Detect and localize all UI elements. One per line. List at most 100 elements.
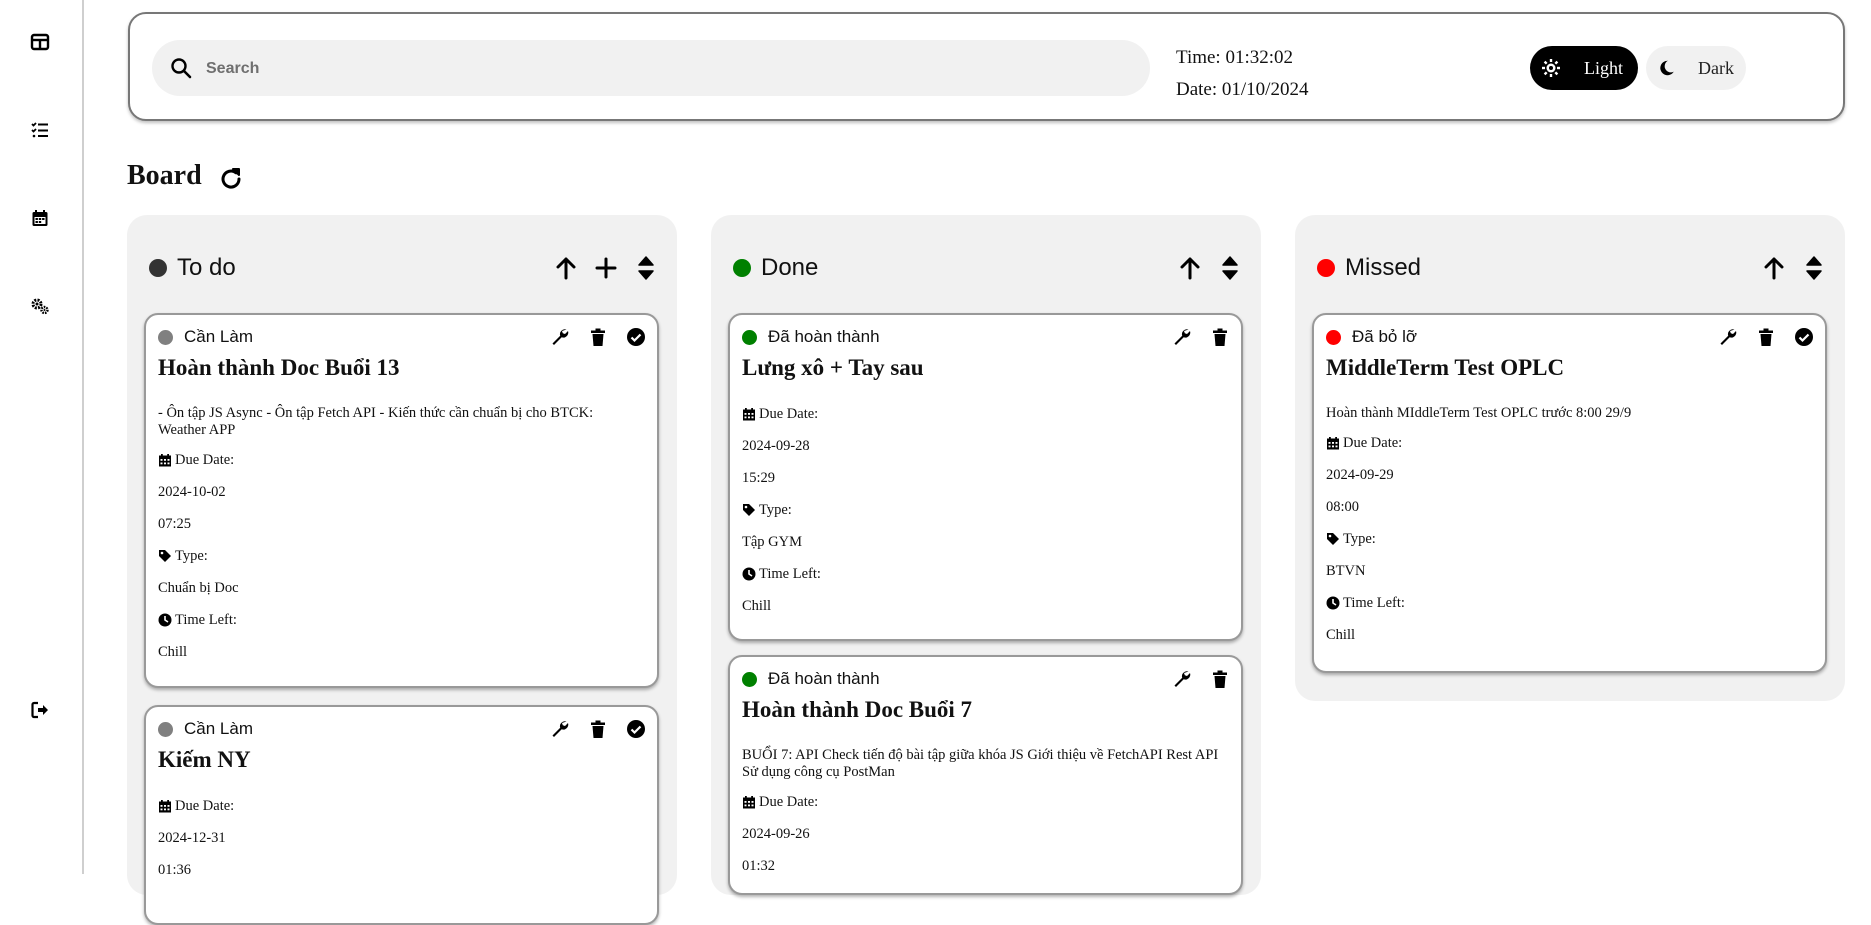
clock: Time: 01:32:02 Date: 01/10/2024 — [1176, 42, 1308, 106]
calendar-icon — [159, 454, 171, 467]
top-header: Time: 01:32:02 Date: 01/10/2024 Light Da… — [128, 12, 1845, 121]
sort-up-button[interactable] — [1761, 253, 1787, 283]
edit-task-button[interactable] — [1717, 326, 1739, 348]
due-date-label: Due Date: — [759, 406, 819, 422]
delete-task-button[interactable] — [587, 326, 609, 348]
sun-icon — [1542, 59, 1560, 77]
edit-task-button[interactable] — [549, 326, 571, 348]
time-left-value: Chill — [158, 644, 188, 660]
task-card[interactable]: Cần Làm Hoàn thành Doc Buổi 13 - Ôn tập … — [144, 313, 659, 688]
search-bar[interactable] — [152, 40, 1150, 98]
status-dot — [158, 721, 173, 737]
status-dot — [1317, 259, 1335, 277]
task-status: Cần Làm — [158, 327, 253, 347]
current-date: Date: 01/10/2024 — [1176, 79, 1309, 100]
column-missed: Missed Đã bỏ lỡ MiddleTerm Test OPLC Hoà… — [1295, 215, 1845, 701]
task-description: - Ôn tập JS Async - Ôn tập Fetch API - K… — [158, 405, 594, 438]
tag-icon — [159, 550, 171, 562]
calendar-icon — [1327, 437, 1339, 450]
type-label: Type: — [175, 548, 208, 564]
logout-icon[interactable] — [26, 696, 54, 724]
due-time-value: 15:29 — [742, 470, 776, 486]
edit-task-button[interactable] — [1171, 326, 1193, 348]
edit-task-button[interactable] — [549, 718, 571, 740]
status-label: Đã bỏ lỡ — [1352, 327, 1418, 346]
due-date-value: 2024-12-31 — [158, 830, 226, 846]
due-date-label: Due Date: — [1343, 435, 1403, 451]
wrench-icon — [552, 721, 569, 737]
wrench-icon — [1174, 329, 1191, 345]
light-theme-button[interactable]: Light — [1530, 46, 1638, 90]
delete-task-button[interactable] — [587, 718, 609, 740]
sort-up-button[interactable] — [1177, 253, 1203, 283]
calendar-icon[interactable] — [26, 204, 54, 232]
dark-theme-button[interactable]: Dark — [1646, 46, 1746, 90]
time-left-label: Time Left: — [175, 612, 237, 628]
trash-icon — [1759, 328, 1773, 346]
delete-task-button[interactable] — [1755, 326, 1777, 348]
status-dot — [742, 671, 757, 687]
delete-task-button[interactable] — [1209, 668, 1231, 690]
task-title: MiddleTerm Test OPLC — [1326, 355, 1565, 380]
moon-icon — [1660, 60, 1674, 76]
column-title: To do — [177, 254, 236, 281]
due-time-value: 01:32 — [742, 858, 776, 874]
current-time: Time: 01:32:02 — [1176, 47, 1294, 68]
column-header: Done — [733, 251, 1243, 285]
type-label: Type: — [1343, 531, 1376, 547]
sort-up-button[interactable] — [553, 253, 579, 283]
task-title: Lưng xô + Tay sau — [742, 355, 924, 380]
edit-task-button[interactable] — [1171, 668, 1193, 690]
task-card[interactable]: Cần Làm Kiếm NY Due Date: 2024-12-31 01:… — [144, 705, 659, 925]
check-circle-icon — [1795, 328, 1813, 346]
column-header: Missed — [1317, 251, 1827, 285]
task-description: BUỔI 7: API Check tiến độ bài tập giữa k… — [742, 747, 1219, 780]
complete-task-button[interactable] — [625, 718, 647, 740]
due-date-label: Due Date: — [175, 452, 235, 468]
tag-icon — [743, 504, 755, 516]
arrow-up-icon — [1764, 257, 1784, 280]
status-dot — [158, 329, 173, 345]
trash-icon — [1213, 328, 1227, 346]
due-time-value: 08:00 — [1326, 499, 1360, 515]
sort-toggle-button[interactable] — [1217, 253, 1243, 283]
status-dot — [742, 329, 757, 345]
arrow-up-icon — [556, 257, 576, 280]
light-theme-label: Light — [1584, 57, 1623, 78]
trash-icon — [591, 720, 605, 738]
task-status: Đã hoàn thành — [742, 669, 880, 689]
sort-toggle-button[interactable] — [1801, 253, 1827, 283]
task-card[interactable]: Đã bỏ lỡ MiddleTerm Test OPLC Hoàn thành… — [1312, 313, 1827, 673]
tag-icon — [1327, 533, 1339, 545]
arrow-up-icon — [1180, 257, 1200, 280]
wrench-icon — [1720, 329, 1737, 345]
task-description: Hoàn thành MIddleTerm Test OPLC trước 8:… — [1326, 405, 1632, 421]
delete-task-button[interactable] — [1209, 326, 1231, 348]
task-status: Đã bỏ lỡ — [1326, 327, 1417, 347]
search-input[interactable] — [204, 40, 1108, 98]
add-task-button[interactable] — [593, 253, 619, 283]
task-title: Hoàn thành Doc Buổi 7 — [742, 697, 973, 722]
complete-task-button[interactable] — [1793, 326, 1815, 348]
complete-task-button[interactable] — [625, 326, 647, 348]
task-card[interactable]: Đã hoàn thành Lưng xô + Tay sau Due Date… — [728, 313, 1243, 641]
column-header: To do — [149, 251, 659, 285]
sort-toggle-button[interactable] — [633, 253, 659, 283]
settings-gears-icon[interactable] — [26, 292, 54, 320]
status-dot — [733, 259, 751, 277]
refresh-icon[interactable] — [218, 166, 244, 192]
sort-icon — [1222, 256, 1238, 280]
page-title: Board — [127, 160, 202, 191]
type-value: Chuẩn bị Doc — [158, 580, 239, 596]
sort-icon — [638, 256, 654, 280]
task-list-icon[interactable] — [26, 116, 54, 144]
status-dot — [149, 259, 167, 277]
clock-icon — [742, 567, 756, 581]
column-todo: To do Cần Làm Hoàn thành Doc Buổi 13 - Ô… — [127, 215, 677, 925]
due-date-value: 2024-09-29 — [1326, 467, 1394, 483]
time-left-label: Time Left: — [1343, 595, 1405, 611]
board-view-icon[interactable] — [26, 28, 54, 56]
task-status: Cần Làm — [158, 719, 253, 739]
status-label: Đã hoàn thành — [768, 327, 880, 346]
task-card[interactable]: Đã hoàn thành Hoàn thành Doc Buổi 7 BUỔI… — [728, 655, 1243, 895]
